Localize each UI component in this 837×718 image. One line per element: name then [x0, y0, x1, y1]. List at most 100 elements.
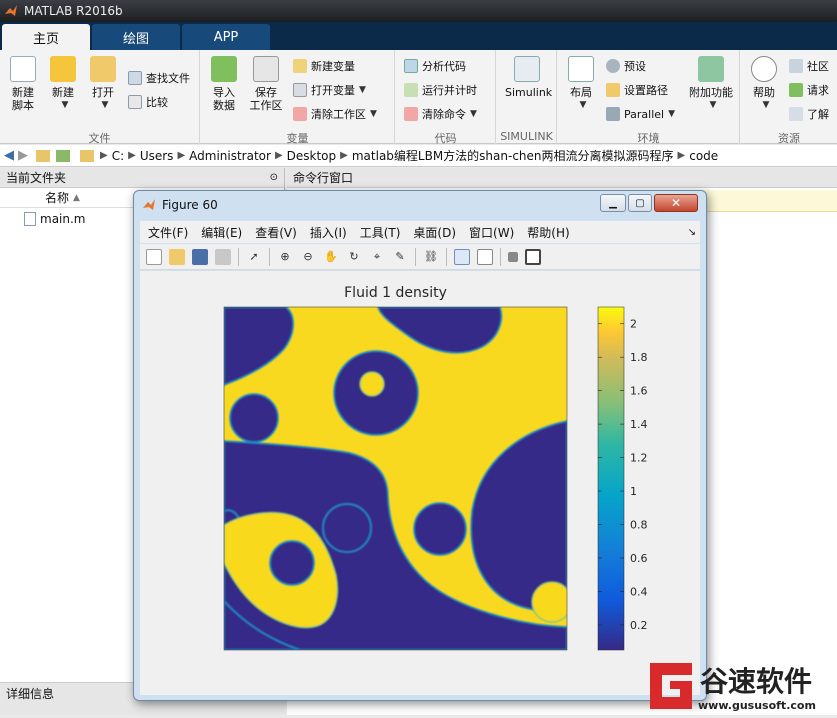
add-ons-button[interactable]: 附加功能 ▼: [686, 56, 736, 112]
maximize-button[interactable]: ▢: [628, 194, 652, 212]
import-arrow-icon: [211, 56, 237, 82]
clear-workspace-button[interactable]: 清除工作区 ▼: [293, 104, 377, 124]
address-bar: ◀ ▶ ▶ C: ▶ Users ▶ Administrator ▶ Deskt…: [0, 145, 837, 167]
close-button[interactable]: ✕: [654, 194, 698, 212]
up-folder-icon[interactable]: [36, 149, 50, 162]
figure-canvas[interactable]: Fluid 1 density 2 1.8 1.6 1.4 1.2 1 0.8 …: [140, 271, 700, 695]
preferences-button[interactable]: 预设: [606, 56, 646, 76]
hide-plot-tools-icon[interactable]: [508, 251, 518, 262]
pointer-icon[interactable]: ➚: [246, 249, 262, 265]
compare-button[interactable]: 比较: [128, 92, 168, 112]
tab-plots[interactable]: 绘图: [92, 24, 180, 50]
clear-commands-button[interactable]: 清除命令 ▼: [404, 104, 477, 124]
menu-window[interactable]: 窗口(W): [469, 224, 514, 241]
minimize-button[interactable]: ▁: [600, 194, 626, 212]
panel-options-icon[interactable]: ⊙: [270, 172, 278, 183]
colorbar[interactable]: [597, 306, 625, 651]
layout-button[interactable]: 布局 ▼: [562, 56, 600, 112]
simulink-group-label: SIMULINK: [500, 130, 553, 143]
command-window-title-bar: 命令行窗口: [287, 168, 837, 188]
help-button[interactable]: 帮助 ▼: [745, 56, 783, 112]
open-variable-button[interactable]: 打开变量 ▼: [293, 80, 366, 100]
zoom-in-icon[interactable]: ⊕: [277, 249, 293, 265]
parallel-button[interactable]: Parallel ▼: [606, 104, 675, 124]
save-workspace-icon: [253, 56, 279, 82]
find-files-button[interactable]: 查找文件: [128, 68, 190, 88]
command-window-title: 命令行窗口: [293, 171, 354, 185]
new-button[interactable]: 新建 ▼: [44, 56, 82, 112]
app-title-bar: MATLAB R2016b: [0, 0, 837, 22]
svg-text:谷速软件: 谷速软件: [700, 665, 812, 698]
gear-icon: [606, 59, 620, 73]
variable-group-label: 变量: [286, 132, 309, 145]
new-script-icon: [10, 56, 36, 82]
tab-home[interactable]: 主页: [2, 24, 90, 50]
analyze-code-button[interactable]: 分析代码: [404, 56, 466, 76]
breadcrumb-separator-icon: ▶: [177, 150, 186, 161]
import-data-button[interactable]: 导入 数据: [205, 56, 243, 112]
tab-apps[interactable]: APP: [182, 24, 270, 50]
variable-group: 导入 数据 保存 工作区 新建变量 打开变量 ▼ 清除工作区 ▼ 变量: [201, 50, 395, 145]
matlab-logo-icon: [5, 5, 17, 16]
show-plot-tools-icon[interactable]: [525, 248, 541, 265]
breadcrumb-item[interactable]: Desktop: [287, 149, 337, 163]
save-workspace-button[interactable]: 保存 工作区: [247, 56, 285, 112]
open-button[interactable]: 打开 ▼: [84, 56, 122, 112]
menu-help[interactable]: 帮助(H): [527, 224, 569, 241]
matlab-logo-icon: [143, 199, 155, 210]
maximize-icon: ▢: [635, 197, 645, 209]
layout-icon: [568, 56, 594, 82]
browse-folder-icon[interactable]: [56, 149, 70, 162]
menu-edit[interactable]: 编辑(E): [201, 224, 242, 241]
menu-view[interactable]: 查看(V): [255, 224, 297, 241]
print-icon[interactable]: [215, 248, 231, 265]
rotate-icon[interactable]: ↻: [346, 249, 362, 265]
simulink-group: Simulink SIMULINK: [497, 50, 557, 144]
menu-insert[interactable]: 插入(I): [310, 224, 347, 241]
zoom-out-icon[interactable]: ⊖: [300, 249, 316, 265]
open-icon[interactable]: [169, 248, 185, 265]
menu-file[interactable]: 文件(F): [148, 224, 188, 241]
colorbar-icon[interactable]: [454, 248, 470, 265]
menu-tools[interactable]: 工具(T): [360, 224, 401, 241]
breadcrumb-item[interactable]: Administrator: [189, 149, 271, 163]
chevron-down-icon: ▼: [709, 100, 717, 110]
file-name: main.m: [40, 212, 86, 226]
menu-desktop[interactable]: 桌面(D): [413, 224, 456, 241]
chevron-down-icon: ▼: [668, 109, 676, 119]
new-figure-icon[interactable]: [146, 248, 162, 265]
colorbar-tick-label: 1.4: [630, 418, 648, 431]
chevron-down-icon: ▼: [579, 100, 587, 110]
code-group-label: 代码: [434, 132, 457, 145]
pan-icon[interactable]: ✋: [323, 249, 339, 265]
simulink-button[interactable]: Simulink: [505, 56, 552, 99]
ribbon-tabs: 主页 绘图 APP: [0, 22, 837, 50]
forward-icon[interactable]: ▶: [18, 148, 28, 163]
run-and-time-button[interactable]: 运行并计时: [404, 80, 477, 100]
set-path-button[interactable]: 设置路径: [606, 80, 668, 100]
resources-group: 帮助 ▼ 社区 请求 了解 资源: [741, 50, 837, 145]
request-support-button[interactable]: 请求: [789, 80, 829, 100]
back-icon[interactable]: ◀: [4, 148, 14, 163]
learn-matlab-button[interactable]: 了解: [789, 104, 829, 124]
breadcrumb-item[interactable]: matlab编程LBM方法的shan-chen两相流分离模拟源码程序: [352, 147, 674, 164]
link-icon[interactable]: ⛓: [423, 249, 439, 265]
figure-window[interactable]: Figure 60 ▁ ▢ ✕ 文件(F) 编辑(E) 查看(V) 插入(I) …: [133, 190, 707, 701]
environment-group: 布局 ▼ 预设 设置路径 Parallel ▼ 附加功能 ▼ 环境: [558, 50, 740, 145]
data-cursor-icon[interactable]: ⌖: [369, 249, 385, 265]
new-variable-button[interactable]: 新建变量: [293, 56, 355, 76]
breadcrumb-item[interactable]: C:: [112, 149, 124, 163]
legend-icon[interactable]: [477, 248, 493, 265]
breadcrumb-item[interactable]: code: [689, 149, 718, 163]
colorbar-tick-label: 0.6: [630, 552, 648, 565]
community-button[interactable]: 社区: [789, 56, 829, 76]
new-plus-icon: [50, 56, 76, 82]
save-icon[interactable]: [192, 248, 208, 265]
dock-arrow-icon[interactable]: ↘: [688, 227, 696, 238]
brush-icon[interactable]: ✎: [392, 249, 408, 265]
new-script-button[interactable]: 新建 脚本: [4, 56, 42, 112]
figure-title: Figure 60: [162, 198, 218, 212]
close-icon: ✕: [670, 196, 682, 210]
simulink-icon: [514, 56, 540, 82]
breadcrumb-item[interactable]: Users: [140, 149, 174, 163]
